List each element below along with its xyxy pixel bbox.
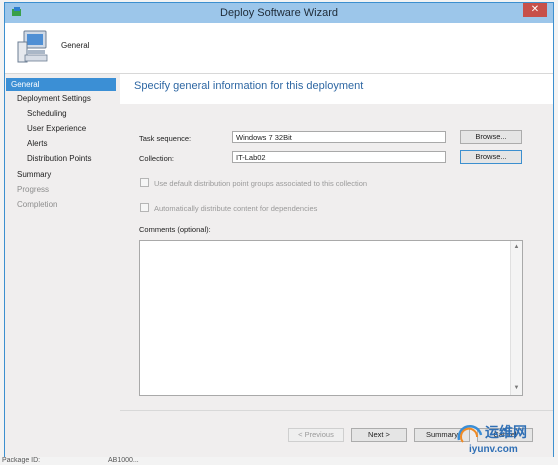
wizard-nav: General Deployment Settings Scheduling U… <box>5 74 120 457</box>
collection-label: Collection: <box>139 154 175 163</box>
nav-item-summary[interactable]: Summary <box>17 170 51 179</box>
comments-textarea[interactable]: ▲ ▼ <box>139 240 523 396</box>
use-default-dp-checkbox[interactable] <box>140 178 149 187</box>
computer-icon <box>17 30 48 63</box>
header-title: General <box>61 41 90 50</box>
wizard-window: Deploy Software Wizard ✕ General General… <box>4 2 554 457</box>
nav-item-distribution-points[interactable]: Distribution Points <box>27 154 91 163</box>
scroll-up-icon[interactable]: ▲ <box>512 243 521 252</box>
scroll-down-icon[interactable]: ▼ <box>512 384 521 393</box>
content-header: Specify general information for this dep… <box>120 74 553 104</box>
next-button[interactable]: Next > <box>351 428 407 442</box>
nav-item-progress: Progress <box>17 185 50 194</box>
collection-field[interactable]: IT-Lab02 <box>232 151 446 163</box>
nav-item-alerts[interactable]: Alerts <box>27 139 47 148</box>
task-sequence-label: Task sequence: <box>139 134 192 143</box>
collection-browse-button[interactable]: Browse... <box>460 150 522 164</box>
nav-item-user-experience[interactable]: User Experience <box>27 124 86 133</box>
nav-item-completion: Completion <box>17 200 58 209</box>
close-button[interactable]: ✕ <box>523 3 547 17</box>
task-sequence-field[interactable]: Windows 7 32Bit <box>232 131 446 143</box>
watermark-url: iyunv.com <box>469 444 518 455</box>
auto-distribute-checkbox[interactable] <box>140 203 149 212</box>
title-bar[interactable]: Deploy Software Wizard ✕ <box>5 3 553 23</box>
comments-scrollbar[interactable]: ▲ ▼ <box>510 241 522 395</box>
footer-divider <box>120 410 553 411</box>
wizard-content: Specify general information for this dep… <box>120 74 553 457</box>
watermark: 运维网 iyunv.com <box>455 418 555 462</box>
watermark-cn: 运维网 <box>485 424 527 440</box>
window-title: Deploy Software Wizard <box>220 7 338 19</box>
nav-item-scheduling[interactable]: Scheduling <box>27 109 67 118</box>
auto-distribute-label: Automatically distribute content for dep… <box>154 204 318 213</box>
page-title: Specify general information for this dep… <box>134 80 364 92</box>
background-text: Package ID: <box>2 457 41 464</box>
use-default-dp-label: Use default distribution point groups as… <box>154 179 368 188</box>
comments-label: Comments (optional): <box>139 225 211 234</box>
nav-item-deployment-settings[interactable]: Deployment Settings <box>17 94 91 103</box>
nav-item-general[interactable]: General <box>6 78 116 91</box>
task-sequence-browse-button[interactable]: Browse... <box>460 130 522 144</box>
previous-button: < Previous <box>288 428 344 442</box>
background-text-2: AB1000... <box>108 457 139 464</box>
wizard-header: General <box>5 23 553 74</box>
